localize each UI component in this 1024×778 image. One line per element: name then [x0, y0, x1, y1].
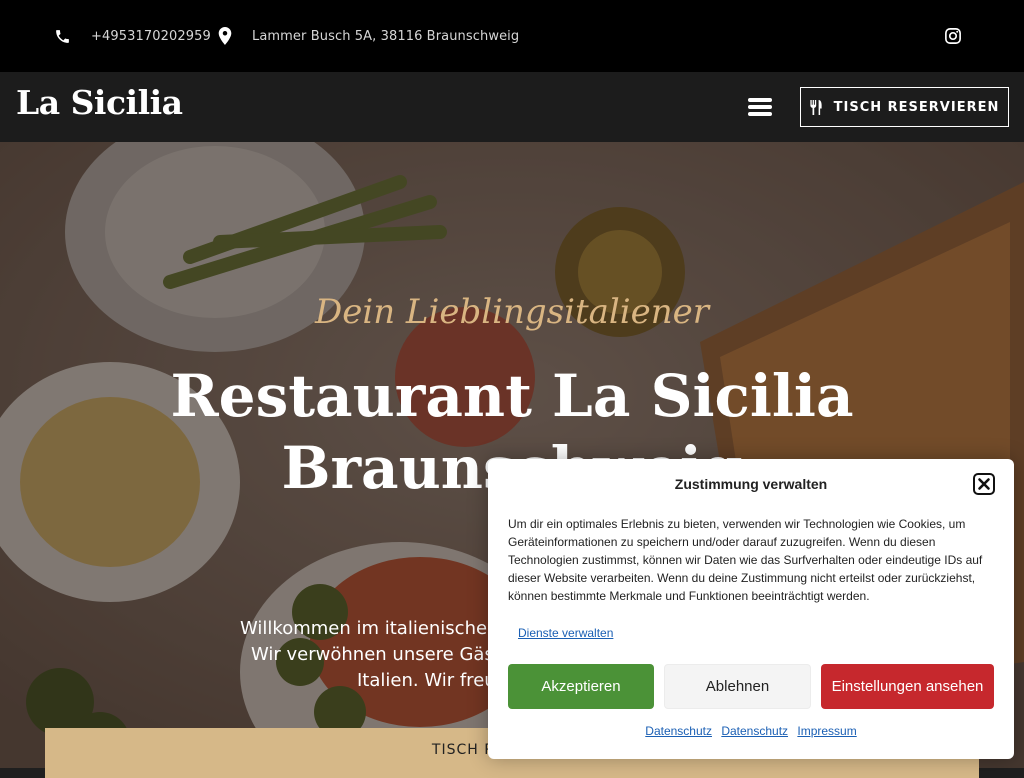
cookie-consent-dialog: Zustimmung verwalten Um dir ein optimale…	[488, 459, 1014, 759]
phone-number: +4953170202959	[91, 28, 211, 44]
cutlery-icon	[810, 99, 822, 115]
hero-tagline: Dein Lieblingsitaliener	[314, 292, 710, 332]
manage-services-link[interactable]: Dienste verwalten	[518, 626, 613, 640]
address-link[interactable]: Lammer Busch 5A, 38116 Braunschweig	[218, 27, 519, 45]
consent-text: Um dir ein optimales Erlebnis zu bieten,…	[508, 517, 983, 603]
site-logo[interactable]: La Sicilia	[16, 83, 183, 122]
map-pin-icon	[218, 27, 232, 45]
privacy-link-2[interactable]: Datenschutz	[721, 724, 788, 738]
deny-button[interactable]: Ablehnen	[664, 664, 811, 709]
accept-button[interactable]: Akzeptieren	[508, 664, 654, 709]
hero-title-line-1: Restaurant La Sicilia	[170, 362, 854, 430]
reserve-table-button[interactable]: TISCH RESERVIEREN	[800, 87, 1009, 127]
close-icon[interactable]	[973, 473, 995, 495]
top-bar: +4953170202959 Lammer Busch 5A, 38116 Br…	[0, 0, 1024, 72]
consent-title: Zustimmung verwalten	[674, 476, 828, 492]
consent-links: Datenschutz Datenschutz Impressum	[488, 724, 1014, 738]
privacy-link-1[interactable]: Datenschutz	[645, 724, 712, 738]
address-text: Lammer Busch 5A, 38116 Braunschweig	[252, 28, 520, 44]
hamburger-menu-icon[interactable]	[748, 96, 774, 118]
phone-link[interactable]: +4953170202959	[54, 27, 211, 45]
imprint-link[interactable]: Impressum	[797, 724, 856, 738]
phone-icon	[54, 28, 71, 45]
instagram-icon[interactable]	[944, 27, 962, 45]
view-preferences-button[interactable]: Einstellungen ansehen	[821, 664, 994, 709]
reserve-table-label: TISCH RESERVIEREN	[833, 99, 1000, 115]
